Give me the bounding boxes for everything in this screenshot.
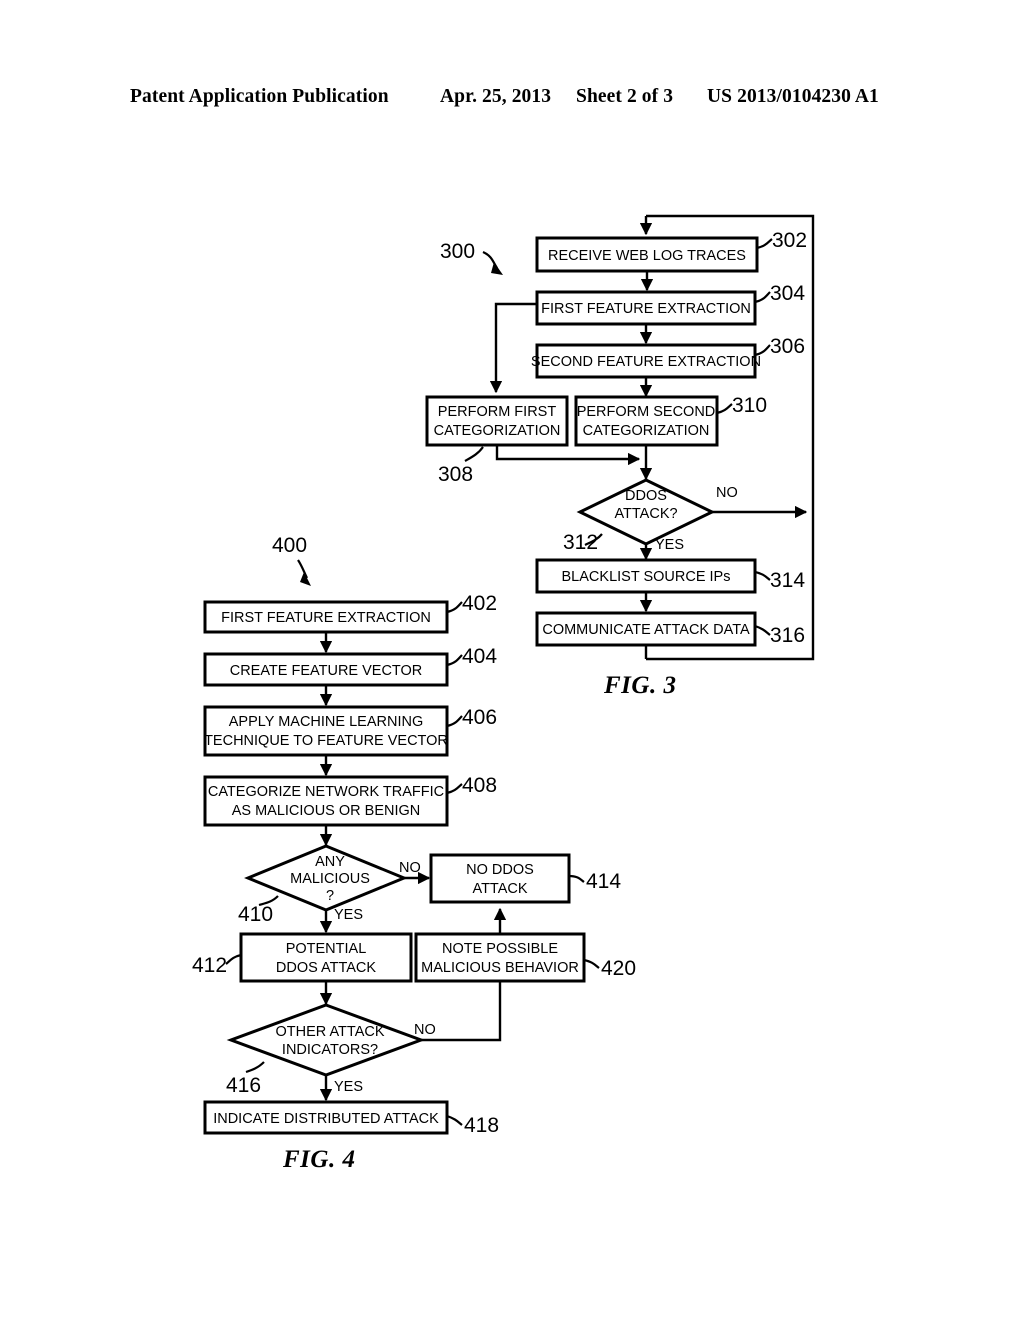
figure-4-node-406-label-1: APPLY MACHINE LEARNING <box>229 714 423 730</box>
figure-3-ref-302: 302 <box>772 229 807 252</box>
figure-3-ref-306-leader <box>754 344 771 357</box>
figure-3-ref-308-leader <box>464 446 484 462</box>
figure-4-node-406-label-2: TECHNIQUE TO FEATURE VECTOR <box>204 733 448 749</box>
figure-3-edge-312-no-label: NO <box>716 485 738 501</box>
figure-4-ref-414: 414 <box>586 870 621 893</box>
patent-page: Patent Application Publication Apr. 25, … <box>0 0 1024 1320</box>
figure-4-ref-402-leader <box>446 601 463 614</box>
figure-3-flow-id: 300 <box>440 240 475 263</box>
figure-4-ref-408: 408 <box>462 774 497 797</box>
figure-4-node-416-label-2: INDICATORS? <box>282 1042 378 1058</box>
figure-3-node-308-label-2: CATEGORIZATION <box>434 423 561 439</box>
figure-3-ref-316: 316 <box>770 624 805 647</box>
figure-4-node-412-label-1: POTENTIAL <box>286 941 367 957</box>
figure-4-ref-410: 410 <box>238 903 273 926</box>
figure-4-node-408-label-2: AS MALICIOUS OR BENIGN <box>232 803 421 819</box>
figure-4-ref-420-leader <box>583 958 600 969</box>
figure-4-node-414-label-2: ATTACK <box>472 881 527 897</box>
figure-3-node-312-label-2: ATTACK? <box>614 506 677 522</box>
figure-3-node-316-label: COMMUNICATE ATTACK DATA <box>542 622 750 638</box>
figure-3-ref-310-leader <box>716 403 733 415</box>
figure-4-node-420-label-1: NOTE POSSIBLE <box>442 941 558 957</box>
flowchart-diagrams: 300 RECEIVE WEB LOG TRACES 302 FIRST FEA… <box>192 214 815 1137</box>
figure-4-ref-418-leader <box>446 1114 463 1126</box>
figure-4-node-418-label: INDICATE DISTRIBUTED ATTACK <box>213 1111 439 1127</box>
figure-4-ref-414-leader <box>568 874 585 883</box>
figure-3-edge-308-merge <box>495 445 641 466</box>
figure-3-ref-308: 308 <box>438 463 473 486</box>
figure-4-ref-418: 418 <box>464 1114 499 1137</box>
figure-4-flow-id: 400 <box>272 534 307 557</box>
figure-4-edge-410-no-label: NO <box>399 860 421 876</box>
figure-3-edge-312-yes-label: YES <box>655 537 684 553</box>
figure-4-node-416-label-1: OTHER ATTACK <box>275 1024 384 1040</box>
figure-4-node-404-label: CREATE FEATURE VECTOR <box>230 663 423 679</box>
figure-3-flow-id-arrowhead <box>491 262 503 275</box>
figure-3-ref-314: 314 <box>770 569 805 592</box>
figure-4-ref-420: 420 <box>601 957 636 980</box>
figure-3-ref-316-leader <box>754 624 771 636</box>
figure-3-ref-304-leader <box>754 291 771 304</box>
figure-4-ref-404: 404 <box>462 645 497 668</box>
figure-3-node-302-label: RECEIVE WEB LOG TRACES <box>548 248 746 264</box>
figure-4-edge-416-no-label: NO <box>414 1022 436 1038</box>
figure-4-ref-412-leader <box>225 953 242 965</box>
figure-3-node-306-label: SECOND FEATURE EXTRACTION <box>531 354 761 370</box>
figure-4-ref-404-leader <box>446 654 463 667</box>
figure-3-edge-304-308 <box>489 302 537 394</box>
figure-3-node-310-label-1: PERFORM SECOND <box>577 404 716 420</box>
figure-3-node-310-label-2: CATEGORIZATION <box>583 423 710 439</box>
figure-4-ref-406-leader <box>446 715 463 728</box>
figure-4-node-412-label-2: DDOS ATTACK <box>276 960 376 976</box>
figure-4-ref-412: 412 <box>192 954 227 977</box>
figure-3-node-312-label-1: DDOS <box>625 488 667 504</box>
figure-3-node-304-label: FIRST FEATURE EXTRACTION <box>541 301 751 317</box>
figure-4-node-410-label-1: ANY <box>315 854 345 870</box>
figure-4-ref-416: 416 <box>226 1074 261 1097</box>
figure-4-node-408-label-1: CATEGORIZE NETWORK TRAFFIC <box>208 784 444 800</box>
figure-3-ref-312: 312 <box>563 531 598 554</box>
figure-3-node-308-label-1: PERFORM FIRST <box>438 404 557 420</box>
figure-3-ref-310: 310 <box>732 394 767 417</box>
figure-4-ref-408-leader <box>446 783 463 795</box>
figure-3-node-314-label: BLACKLIST SOURCE IPs <box>562 569 731 585</box>
figure-4-node-402-label: FIRST FEATURE EXTRACTION <box>221 610 431 626</box>
figure-4-edge-416-yes-label: YES <box>334 1079 363 1095</box>
figure-3-ref-306: 306 <box>770 335 805 358</box>
figure-4-ref-416-leader <box>245 1061 265 1074</box>
figure-3-ref-304: 304 <box>770 282 805 305</box>
figure-4-node-410-label-3: ? <box>326 888 334 904</box>
figure-4-node-420-label-2: MALICIOUS BEHAVIOR <box>421 960 579 976</box>
figure-4-edge-410-yes-label: YES <box>334 907 363 923</box>
figure-4-ref-406: 406 <box>462 706 497 729</box>
figure-3-ref-314-leader <box>754 570 771 581</box>
figure-3-ref-302-leader <box>756 238 773 250</box>
figure-4-node-410-label-2: MALICIOUS <box>290 871 370 887</box>
figure-4-node-414-label-1: NO DDOS <box>466 862 534 878</box>
figure-4-ref-402: 402 <box>462 592 497 615</box>
